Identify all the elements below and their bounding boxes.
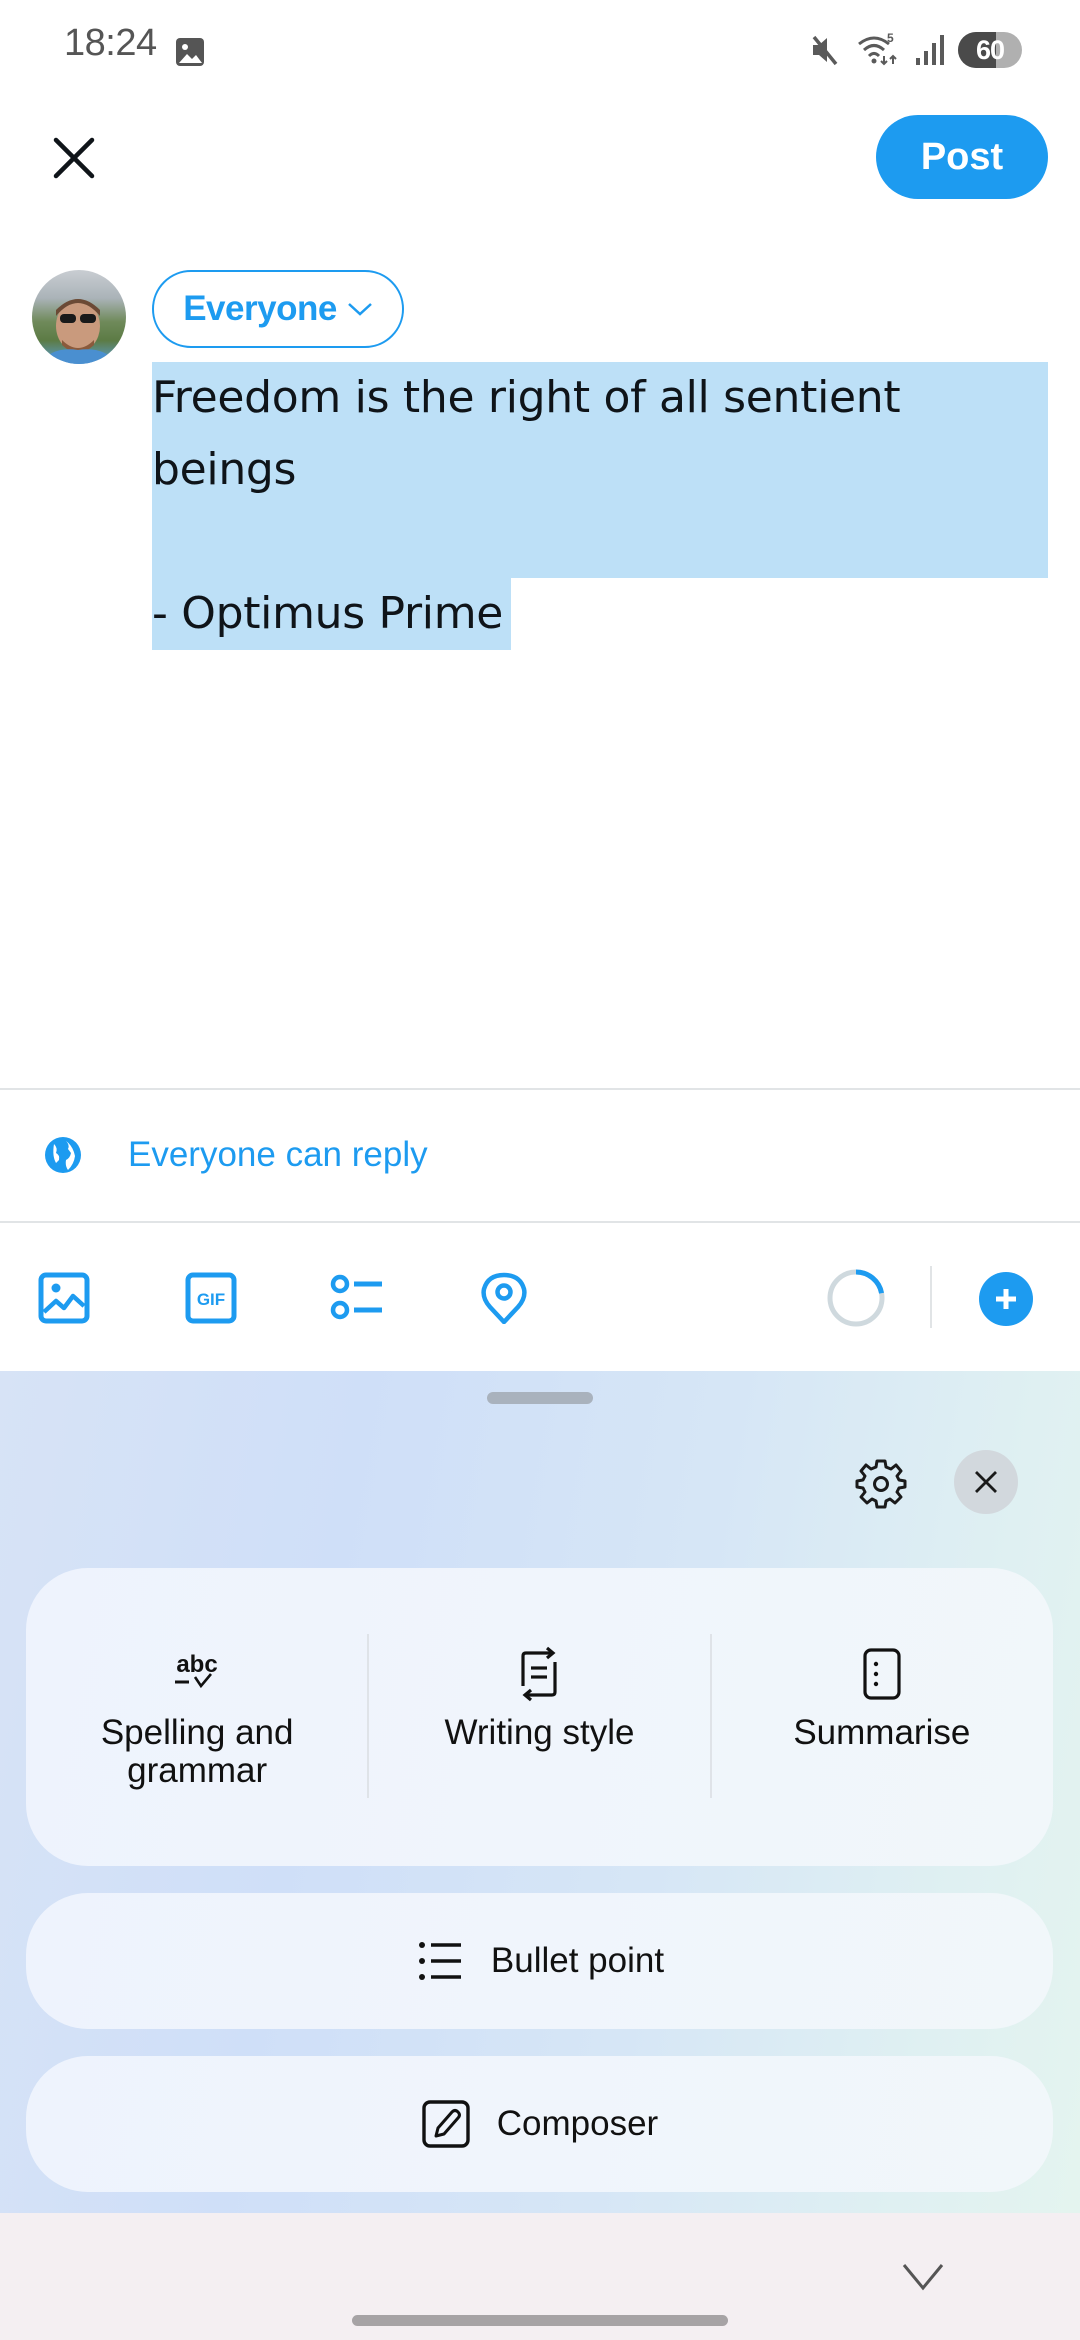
poll-icon[interactable] <box>330 1272 382 1324</box>
compose-pencil-icon <box>422 2100 470 2148</box>
signal-icon <box>916 35 944 65</box>
reply-settings-label: Everyone can reply <box>128 1135 428 1174</box>
text-line: Freedom is the right of all sentient <box>152 362 1048 434</box>
divider <box>0 1221 1080 1223</box>
chevron-down-icon <box>902 2264 944 2291</box>
summarise-label: Summarise <box>793 1713 971 1752</box>
globe-icon <box>45 1137 81 1173</box>
collapse-button[interactable] <box>888 2252 958 2302</box>
post-button[interactable]: Post <box>876 115 1048 199</box>
audience-selector[interactable]: Everyone <box>152 270 404 348</box>
spelling-grammar-button[interactable]: abc Spelling and grammar <box>26 1568 368 1866</box>
post-text-input[interactable]: Freedom is the right of all sentient bei… <box>152 362 1048 650</box>
close-icon <box>975 1471 997 1493</box>
reply-settings-button[interactable]: Everyone can reply <box>0 1090 1080 1220</box>
tool-separator <box>367 1634 370 1798</box>
writing-style-label: Writing style <box>444 1713 635 1752</box>
spell-check-glyph: abc <box>176 1651 217 1678</box>
chevron-down-icon <box>347 303 372 316</box>
bullet-point-button[interactable]: Bullet point <box>26 1893 1053 2029</box>
home-indicator[interactable] <box>352 2315 728 2326</box>
battery-level: 60 <box>975 34 1005 65</box>
avatar-photo <box>40 299 118 364</box>
image-icon[interactable] <box>38 1272 90 1324</box>
location-pin-icon[interactable] <box>478 1272 530 1324</box>
composer-label: Composer <box>496 2104 659 2143</box>
battery-indicator: 60 <box>958 32 1022 68</box>
add-post-button[interactable] <box>979 1272 1033 1326</box>
mute-icon <box>812 35 838 66</box>
character-counter <box>827 1269 885 1327</box>
settings-button[interactable] <box>850 1452 912 1514</box>
drag-handle[interactable] <box>487 1392 593 1404</box>
text-line: - Optimus Prime <box>152 578 512 650</box>
bullet-point-label: Bullet point <box>490 1941 665 1980</box>
gif-icon[interactable]: GIF <box>185 1272 237 1324</box>
status-time: 18:24 <box>64 22 157 64</box>
plus-icon <box>996 1289 1016 1309</box>
writing-tools-card: abc Spelling and grammar Writing style S… <box>26 1568 1053 1866</box>
text-line-empty <box>152 506 1048 578</box>
spelling-grammar-label: Spelling and grammar <box>100 1713 294 1790</box>
summarise-button[interactable]: Summarise <box>709 1568 1053 1866</box>
summarise-icon <box>863 1648 901 1700</box>
close-panel-button[interactable] <box>954 1450 1018 1514</box>
toolbar-separator <box>930 1266 932 1328</box>
text-line: beings <box>152 434 1048 506</box>
writing-style-icon <box>521 1646 558 1702</box>
writing-style-button[interactable]: Writing style <box>367 1568 710 1866</box>
close-icon <box>53 137 95 179</box>
avatar[interactable] <box>32 270 126 364</box>
bullet-list-icon <box>418 1942 461 1980</box>
tool-separator <box>709 1634 712 1798</box>
gear-icon <box>855 1459 907 1509</box>
composer-button[interactable]: Composer <box>26 2056 1053 2192</box>
gallery-icon <box>176 38 204 66</box>
svg-text:5: 5 <box>887 32 894 45</box>
close-composer-button[interactable] <box>44 128 104 188</box>
wifi-6-icon: 5 <box>858 32 897 66</box>
spell-check-icon: abc <box>175 1651 218 1689</box>
audience-label: Everyone <box>183 289 337 328</box>
status-icons: 5 60 <box>808 28 1022 72</box>
gif-glyph: GIF <box>197 1290 225 1309</box>
